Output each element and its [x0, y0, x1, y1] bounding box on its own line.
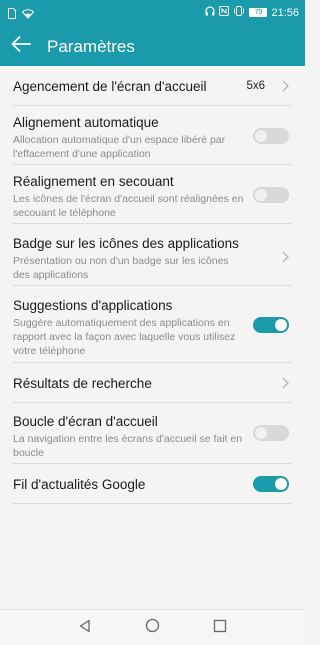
vibrate-icon [233, 6, 245, 19]
home-screen-loop-toggle[interactable] [253, 425, 289, 441]
setting-subtitle: Allocation automatique d'un espace libér… [13, 134, 226, 160]
setting-title: Boucle d'écran d'accueil [13, 414, 158, 429]
setting-app-badges[interactable]: Badge sur les icônes des applications Pr… [0, 224, 305, 286]
setting-value: 5x6 [246, 80, 265, 92]
status-bar: 79 21:56 [0, 0, 305, 26]
setting-title: Fil d'actualités Google [13, 477, 146, 492]
settings-list: Agencement de l'écran d'accueil 5x6 Alig… [0, 66, 305, 609]
home-circle-icon [145, 618, 160, 638]
setting-subtitle: Présentation ou non d'un badge sur les i… [13, 255, 229, 281]
divider [13, 503, 292, 504]
chevron-right-icon [279, 376, 291, 390]
status-bar-left [8, 6, 35, 24]
chevron-right-icon [279, 250, 291, 264]
setting-title: Agencement de l'écran d'accueil [13, 79, 207, 94]
setting-shake-realign[interactable]: Réalignement en secouant Les icônes de l… [0, 165, 305, 224]
navigation-bar [0, 609, 305, 645]
page-title: Paramètres [47, 37, 135, 56]
nav-recents-button[interactable] [210, 618, 230, 638]
setting-title: Badge sur les icônes des applications [13, 236, 239, 251]
toggle-knob [275, 478, 287, 490]
toggle-knob [255, 130, 267, 142]
setting-title: Suggestions d'applications [13, 298, 173, 313]
status-bar-right: 79 21:56 [205, 6, 299, 19]
setting-subtitle: La navigation entre les écrans d'accueil… [13, 433, 243, 459]
nfc-icon [219, 6, 230, 19]
setting-subtitle: Les icônes de l'écran d'accueil sont réa… [13, 193, 244, 219]
setting-google-feed[interactable]: Fil d'actualités Google [0, 464, 305, 504]
setting-app-suggestions[interactable]: Suggestions d'applications Suggère autom… [0, 286, 305, 363]
chevron-right-icon [279, 79, 291, 93]
nav-home-button[interactable] [142, 618, 162, 638]
shake-realign-toggle[interactable] [253, 187, 289, 203]
toggle-knob [255, 189, 267, 201]
auto-align-toggle[interactable] [253, 128, 289, 144]
toggle-knob [275, 319, 287, 331]
app-bar: Paramètres [0, 26, 305, 66]
battery-icon: 79 [249, 8, 268, 17]
toggle-knob [255, 427, 267, 439]
back-triangle-icon [78, 619, 92, 638]
setting-home-screen-layout[interactable]: Agencement de l'écran d'accueil 5x6 [0, 66, 305, 106]
setting-auto-align[interactable]: Alignement automatique Allocation automa… [0, 106, 305, 165]
wifi-icon [21, 6, 35, 24]
arrow-left-icon [11, 35, 31, 57]
sim-card-icon [8, 6, 16, 24]
setting-title: Alignement automatique [13, 115, 159, 130]
setting-search-results[interactable]: Résultats de recherche [0, 363, 305, 403]
app-suggestions-toggle[interactable] [253, 317, 289, 333]
back-button[interactable] [9, 34, 33, 58]
headset-icon [205, 6, 216, 19]
setting-title: Réalignement en secouant [13, 174, 174, 189]
google-feed-toggle[interactable] [253, 476, 289, 492]
setting-subtitle: Suggère automatiquement des applications… [13, 317, 236, 357]
setting-title: Résultats de recherche [13, 376, 152, 391]
status-time: 21:56 [271, 6, 299, 19]
setting-home-screen-loop[interactable]: Boucle d'écran d'accueil La navigation e… [0, 403, 305, 464]
nav-back-button[interactable] [75, 618, 95, 638]
recents-square-icon [213, 619, 227, 638]
